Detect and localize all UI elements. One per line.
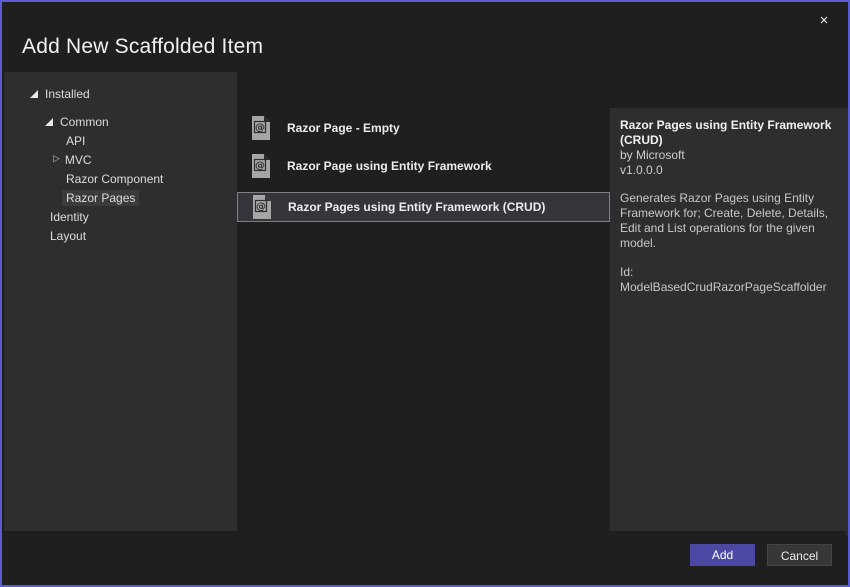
- details-scaffolder-id: Id: ModelBasedCrudRazorPageScaffolder: [620, 265, 827, 294]
- list-item-label: Razor Page - Empty: [287, 121, 400, 135]
- tree-item-label: Razor Component: [66, 171, 164, 186]
- list-item-razor-page-empty[interactable]: @ Razor Page - Empty: [237, 109, 610, 147]
- tree-item-label: API: [66, 133, 86, 148]
- details-title: Razor Pages using Entity Framework (CRUD…: [620, 118, 832, 147]
- list-item-razor-pages-ef-crud[interactable]: @ Razor Pages using Entity Framework (CR…: [237, 192, 610, 222]
- svg-text:@: @: [256, 202, 266, 213]
- tree-item-label: Identity: [50, 209, 89, 224]
- details-author: by Microsoft: [620, 148, 685, 162]
- tree-item-label: MVC: [64, 152, 92, 167]
- tree-item-common[interactable]: Common: [4, 112, 237, 131]
- close-icon: ×: [819, 12, 829, 29]
- tree-item-mvc[interactable]: ▷ MVC: [4, 150, 237, 169]
- close-button[interactable]: ×: [812, 10, 836, 32]
- razor-page-document-icon: @: [252, 116, 270, 140]
- tree-item-api[interactable]: API: [4, 131, 237, 150]
- tree-item-razor-pages[interactable]: Razor Pages: [4, 188, 237, 207]
- tree-item-label: Installed: [45, 86, 90, 101]
- dialog-title: Add New Scaffolded Item: [22, 35, 264, 58]
- list-item-label: Razor Pages using Entity Framework (CRUD…: [288, 200, 546, 214]
- list-item-label: Razor Page using Entity Framework: [287, 159, 492, 173]
- expanded-arrow-icon[interactable]: [30, 89, 38, 98]
- svg-text:@: @: [255, 161, 265, 172]
- add-button[interactable]: Add: [690, 544, 755, 566]
- tree-item-layout[interactable]: Layout: [4, 226, 237, 245]
- scaffolder-details-panel: Razor Pages using Entity Framework (CRUD…: [610, 108, 848, 535]
- tree-item-label: Razor Pages: [62, 189, 140, 206]
- add-new-scaffolded-item-dialog: Add New Scaffolded Item × Installed Comm…: [0, 0, 850, 587]
- category-tree: Installed Common API ▷ MVC Razor Compone…: [4, 72, 237, 535]
- title-bar: Add New Scaffolded Item ×: [4, 2, 846, 72]
- svg-text:@: @: [255, 123, 265, 134]
- tree-item-label: Common: [60, 114, 109, 129]
- razor-page-document-icon: @: [253, 195, 271, 219]
- list-item-razor-page-ef[interactable]: @ Razor Page using Entity Framework: [237, 147, 610, 185]
- expanded-arrow-icon[interactable]: [45, 117, 53, 126]
- details-version: v1.0.0.0: [620, 163, 663, 177]
- tree-item-installed[interactable]: Installed: [4, 84, 237, 103]
- scaffolder-template-list: @ Razor Page - Empty @ Razor Page using …: [237, 72, 610, 535]
- details-description: Generates Razor Pages using Entity Frame…: [620, 191, 829, 250]
- tree-item-razor-component[interactable]: Razor Component: [4, 169, 237, 188]
- footer-bar: Add Cancel: [4, 531, 846, 583]
- razor-page-document-icon: @: [252, 154, 270, 178]
- tree-item-label: Layout: [50, 228, 87, 243]
- collapsed-arrow-icon[interactable]: ▷: [53, 155, 60, 164]
- cancel-button[interactable]: Cancel: [767, 544, 832, 566]
- tree-item-identity[interactable]: Identity: [4, 207, 237, 226]
